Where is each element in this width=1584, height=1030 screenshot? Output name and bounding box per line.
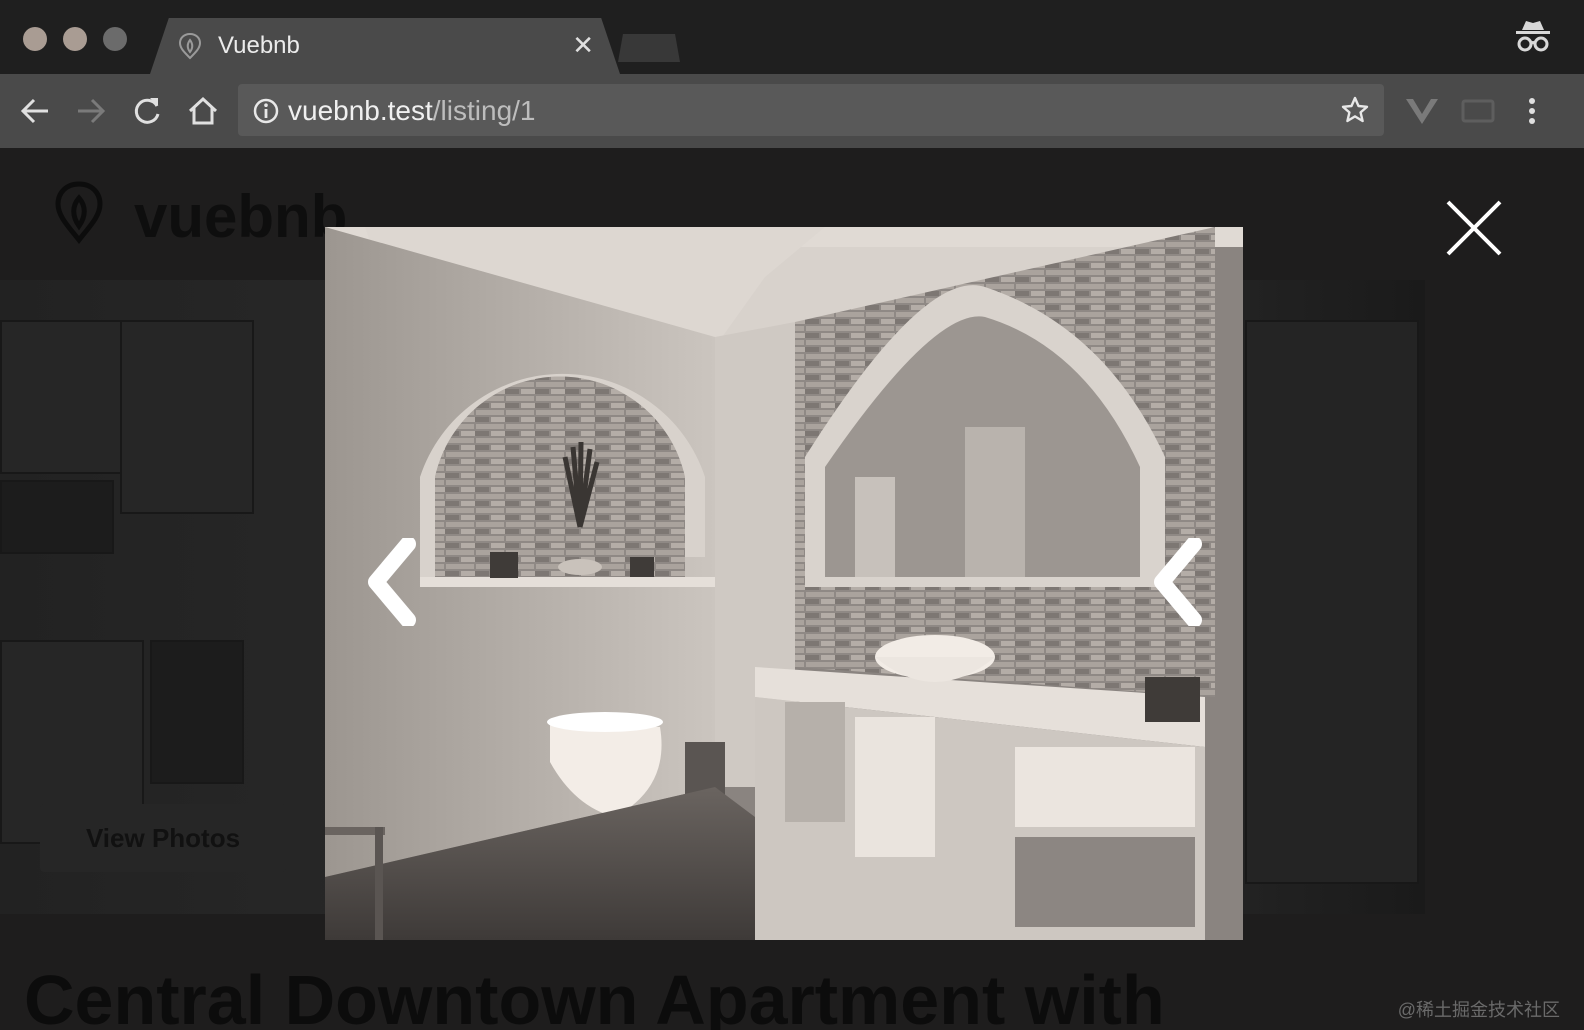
window-minimize-button[interactable] [63,27,87,51]
kitchen-cabinet [0,320,124,474]
menu-icon[interactable] [1520,94,1544,128]
bathroom-photo [325,227,1243,940]
chevron-right-icon[interactable] [1150,538,1206,626]
vue-extension-icon[interactable] [1404,94,1440,128]
browser-tabstrip: Vuebnb ✕ [0,0,1584,74]
reload-icon[interactable] [130,94,164,128]
url-host: vuebnb.test [288,95,433,126]
kitchen-cabinet [120,320,254,514]
vuebnb-logo-icon [55,181,103,244]
new-tab-button[interactable] [618,34,680,62]
tab-close-icon[interactable]: ✕ [572,30,594,61]
cast-icon[interactable] [1460,94,1496,128]
url-path: /listing/1 [432,95,536,126]
browser-toolbar: vuebnb.test/listing/1 [0,74,1584,148]
microwave [0,480,114,554]
watermark-text: @稀土掘金技术社区 [1397,1000,1560,1020]
back-icon[interactable] [18,94,52,128]
incognito-icon [1516,21,1550,52]
window-maximize-button[interactable] [103,27,127,51]
browser-tab[interactable]: Vuebnb ✕ [150,18,620,74]
carousel-image [325,227,1243,940]
forward-icon[interactable] [74,94,108,128]
oven [150,640,244,784]
address-bar[interactable]: vuebnb.test/listing/1 [238,84,1384,136]
home-icon[interactable] [186,94,220,128]
brand-name: vuebnb [134,183,348,250]
close-icon[interactable] [1444,198,1504,258]
view-photos-button[interactable]: View Photos [40,804,286,872]
listing-title: Central Downtown Apartment with [24,961,1165,1030]
window-close-button[interactable] [23,27,47,51]
info-icon[interactable] [252,97,280,125]
chevron-left-icon[interactable] [364,538,420,626]
tab-title: Vuebnb [218,32,300,59]
star-icon[interactable] [1340,95,1370,125]
vuebnb-logo-icon [178,32,202,60]
door-panel [1245,320,1419,884]
url-text: vuebnb.test/listing/1 [288,95,536,127]
